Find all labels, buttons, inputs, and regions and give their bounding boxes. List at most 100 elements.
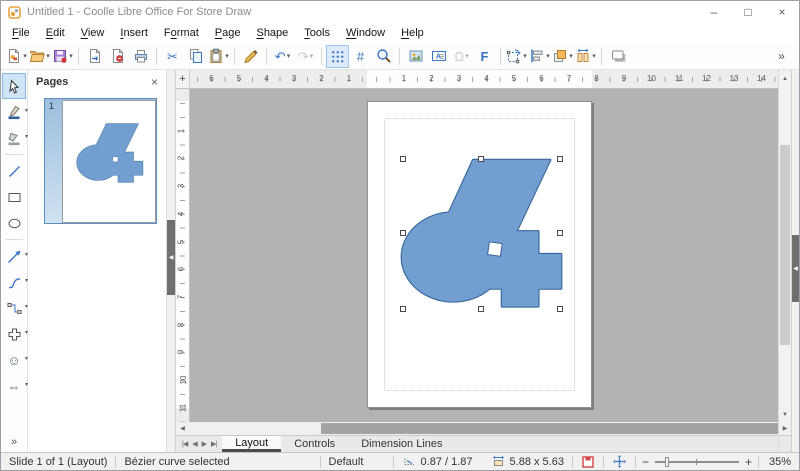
fontwork-button[interactable]: F [473,45,496,68]
fit-slide-icon[interactable] [613,455,626,468]
new-document-button[interactable]: ▾ [5,45,28,68]
scroll-left-button[interactable]: ◀ [176,422,189,435]
dropdown-arrow-icon[interactable]: ▾ [523,53,527,60]
right-splitter-grip[interactable]: ◀ [792,235,799,302]
dropdown-arrow-icon[interactable]: ▾ [25,330,28,336]
select-tool-button[interactable] [2,73,26,99]
menu-edit[interactable]: Edit [38,25,73,41]
dropdown-arrow-icon[interactable]: ▾ [25,382,28,388]
vertical-scrollbar-track[interactable] [779,88,791,408]
selection-handle-bottom-center[interactable] [478,306,484,312]
insert-text-box-button[interactable]: A [427,45,450,68]
next-layer-button[interactable]: ▶ [202,440,206,448]
menu-help[interactable]: Help [393,25,432,41]
insert-line-button[interactable] [2,158,26,184]
first-layer-button[interactable]: |◀ [182,440,187,448]
selection-handle-middle-right[interactable] [557,230,563,236]
bezier-shape[interactable] [368,102,591,407]
toolbar-more-button[interactable]: » [770,45,793,68]
align-button[interactable]: ▾ [528,45,551,68]
dropdown-arrow-icon[interactable]: ▾ [69,53,73,60]
arrange-button[interactable]: ▾ [551,45,574,68]
snap-guides-button[interactable]: # [349,45,372,68]
basic-shapes-button[interactable]: ▾ [2,321,26,347]
panel-splitter-grip[interactable]: ◀ [167,220,175,295]
menu-file[interactable]: File [4,25,38,41]
dropdown-arrow-icon[interactable]: ▾ [310,53,314,60]
menu-page[interactable]: Page [207,25,249,41]
dropdown-arrow-icon[interactable]: ▾ [25,356,28,362]
dropdown-arrow-icon[interactable]: ▾ [569,53,573,60]
scroll-right-button[interactable]: ▶ [779,422,791,435]
page-style[interactable]: Default [327,456,387,468]
rectangle-tool-button[interactable] [2,184,26,210]
undo-button[interactable]: ↶ ▾ [271,45,294,68]
lines-and-arrows-button[interactable]: ▾ [2,243,26,269]
block-arrows-button[interactable]: ⇔ ▾ [2,373,26,399]
display-grid-button[interactable] [326,45,349,68]
dropdown-arrow-icon[interactable]: ▾ [592,53,596,60]
dropdown-arrow-icon[interactable]: ▾ [225,53,229,60]
ellipse-tool-button[interactable] [2,210,26,236]
dropdown-arrow-icon[interactable]: ▾ [23,53,27,60]
connector-tool-button[interactable]: ▾ [2,295,26,321]
redo-button[interactable]: ↷ ▾ [294,45,317,68]
dropdown-arrow-icon[interactable]: ▾ [25,252,28,258]
scroll-up-button[interactable]: ▲ [779,70,791,88]
tab-controls[interactable]: Controls [281,436,348,452]
export-pdf-button[interactable] [106,45,129,68]
zoom-in-button[interactable]: + [745,456,752,468]
drawing-canvas[interactable] [190,89,778,422]
unsaved-changes-icon[interactable] [582,456,594,468]
fill-color-button[interactable]: ▾ [2,125,26,151]
page-thumbnail[interactable]: 1 [44,98,157,224]
selection-handle-top-center[interactable] [478,156,484,162]
insert-image-button[interactable] [404,45,427,68]
dropdown-arrow-icon[interactable]: ▾ [25,278,28,284]
dropdown-arrow-icon[interactable]: ▾ [287,53,291,60]
export-button[interactable] [83,45,106,68]
vertical-scrollbar-thumb[interactable] [780,145,790,345]
menu-window[interactable]: Window [338,25,393,41]
dropdown-arrow-icon[interactable]: ▾ [546,53,550,60]
menu-view[interactable]: View [73,25,113,41]
print-button[interactable] [129,45,152,68]
menu-shape[interactable]: Shape [248,25,296,41]
horizontal-ruler[interactable]: 654321123456789101112131415 [190,70,778,89]
maximize-button[interactable]: □ [731,1,765,23]
cut-button[interactable]: ✂ [161,45,184,68]
zoom-level[interactable]: 35% [765,456,799,468]
copy-button[interactable] [184,45,207,68]
selection-handle-middle-left[interactable] [400,230,406,236]
menu-tools[interactable]: Tools [296,25,338,41]
page[interactable] [367,101,592,408]
selection-handle-bottom-left[interactable] [400,306,406,312]
paste-button[interactable]: ▾ [207,45,230,68]
transformations-button[interactable]: ▾ [505,45,528,68]
distribute-button[interactable]: ▾ [574,45,597,68]
previous-layer-button[interactable]: ◀ [192,440,196,448]
zoom-button[interactable] [372,45,395,68]
panel-splitter[interactable]: ◀ [166,70,176,452]
dropdown-arrow-icon[interactable]: ▾ [25,108,28,114]
right-panel-splitter[interactable]: ◀ [791,70,799,452]
close-button[interactable]: × [765,1,799,23]
zoom-slider[interactable] [655,461,739,463]
drawing-toolbar-more-button[interactable]: » [11,436,17,448]
open-button[interactable]: ▾ [28,45,51,68]
dropdown-arrow-icon[interactable]: ▾ [465,53,469,60]
tab-dimension-lines[interactable]: Dimension Lines [348,436,455,452]
menu-format[interactable]: Format [156,25,207,41]
curve-tool-button[interactable]: ▾ [2,269,26,295]
minimize-button[interactable]: – [697,1,731,23]
last-layer-button[interactable]: ▶| [211,440,216,448]
special-character-button[interactable]: Ω ▾ [450,45,473,68]
dropdown-arrow-icon[interactable]: ▾ [25,304,28,310]
tab-layout[interactable]: Layout [222,436,281,452]
pages-panel-close-icon[interactable]: × [151,75,158,89]
shadow-button[interactable] [606,45,629,68]
zoom-out-button[interactable]: − [642,456,649,468]
line-color-button[interactable]: ▾ [2,99,26,125]
horizontal-scrollbar-thumb[interactable] [321,423,778,434]
horizontal-scrollbar[interactable] [189,422,778,435]
